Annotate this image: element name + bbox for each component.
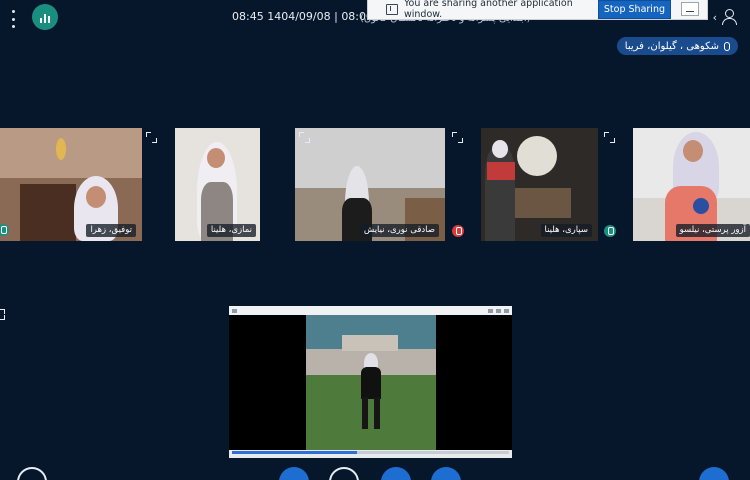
mic-icon — [724, 41, 730, 51]
camera-icon[interactable] — [329, 467, 359, 480]
microphone-icon[interactable] — [381, 467, 411, 480]
maximize-icon[interactable] — [496, 308, 501, 313]
close-icon[interactable] — [504, 308, 509, 313]
player-title-bar — [229, 306, 512, 315]
share-window-icon — [386, 3, 398, 15]
collapse-icon[interactable] — [0, 309, 8, 320]
expand-icon[interactable] — [604, 132, 615, 143]
participant-name: صادقی نوری، نیایش — [359, 224, 439, 237]
share-notice-text: You are sharing another application wind… — [404, 0, 573, 20]
participant-tile[interactable]: نمازی، هلینا — [175, 128, 260, 241]
mic-on-icon[interactable] — [604, 225, 616, 237]
participant-tile[interactable]: توفیق، زهرا — [0, 128, 142, 241]
player-app-icon — [232, 308, 237, 313]
active-speaker-pill: شکوهی ، گیلوان، فریبا — [616, 37, 738, 55]
audio-icon[interactable] — [431, 467, 461, 480]
expand-icon[interactable] — [299, 132, 310, 143]
active-speaker-name: شکوهی ، گیلوان، فریبا — [624, 40, 719, 52]
shared-screen[interactable] — [229, 306, 512, 458]
add-icon[interactable] — [699, 467, 729, 480]
participant-tile[interactable]: سپاری، هلینا — [481, 128, 598, 241]
participant-tile[interactable]: صادقی نوری، نیایش — [295, 128, 445, 241]
minimize-icon[interactable] — [488, 308, 493, 313]
chat-icon[interactable] — [279, 467, 309, 480]
participant-tile[interactable]: آزور پرستی، نیلسو — [633, 128, 750, 241]
user-list-icon[interactable] — [722, 9, 737, 25]
player-controls[interactable] — [229, 450, 512, 458]
participant-name: توفیق، زهرا — [86, 224, 136, 237]
stop-sharing-button[interactable]: Stop Sharing — [597, 0, 671, 19]
chevron-left-icon[interactable]: ‹ — [713, 11, 717, 24]
expand-icon[interactable] — [146, 132, 157, 143]
participant-name: آزور پرستی، نیلسو — [675, 224, 750, 237]
stats-icon[interactable] — [32, 4, 58, 30]
minimize-banner-button[interactable] — [681, 2, 699, 16]
screen-share-banner: You are sharing another application wind… — [367, 0, 708, 20]
pencil-icon[interactable] — [17, 467, 47, 480]
expand-icon[interactable] — [452, 132, 463, 143]
mic-off-icon[interactable] — [452, 225, 464, 237]
seek-progress — [232, 451, 357, 454]
participant-name: نمازی، هلینا — [206, 224, 256, 237]
menu-dots-icon[interactable] — [6, 10, 20, 28]
shared-video — [306, 315, 436, 451]
participant-name: سپاری، هلینا — [540, 224, 592, 237]
